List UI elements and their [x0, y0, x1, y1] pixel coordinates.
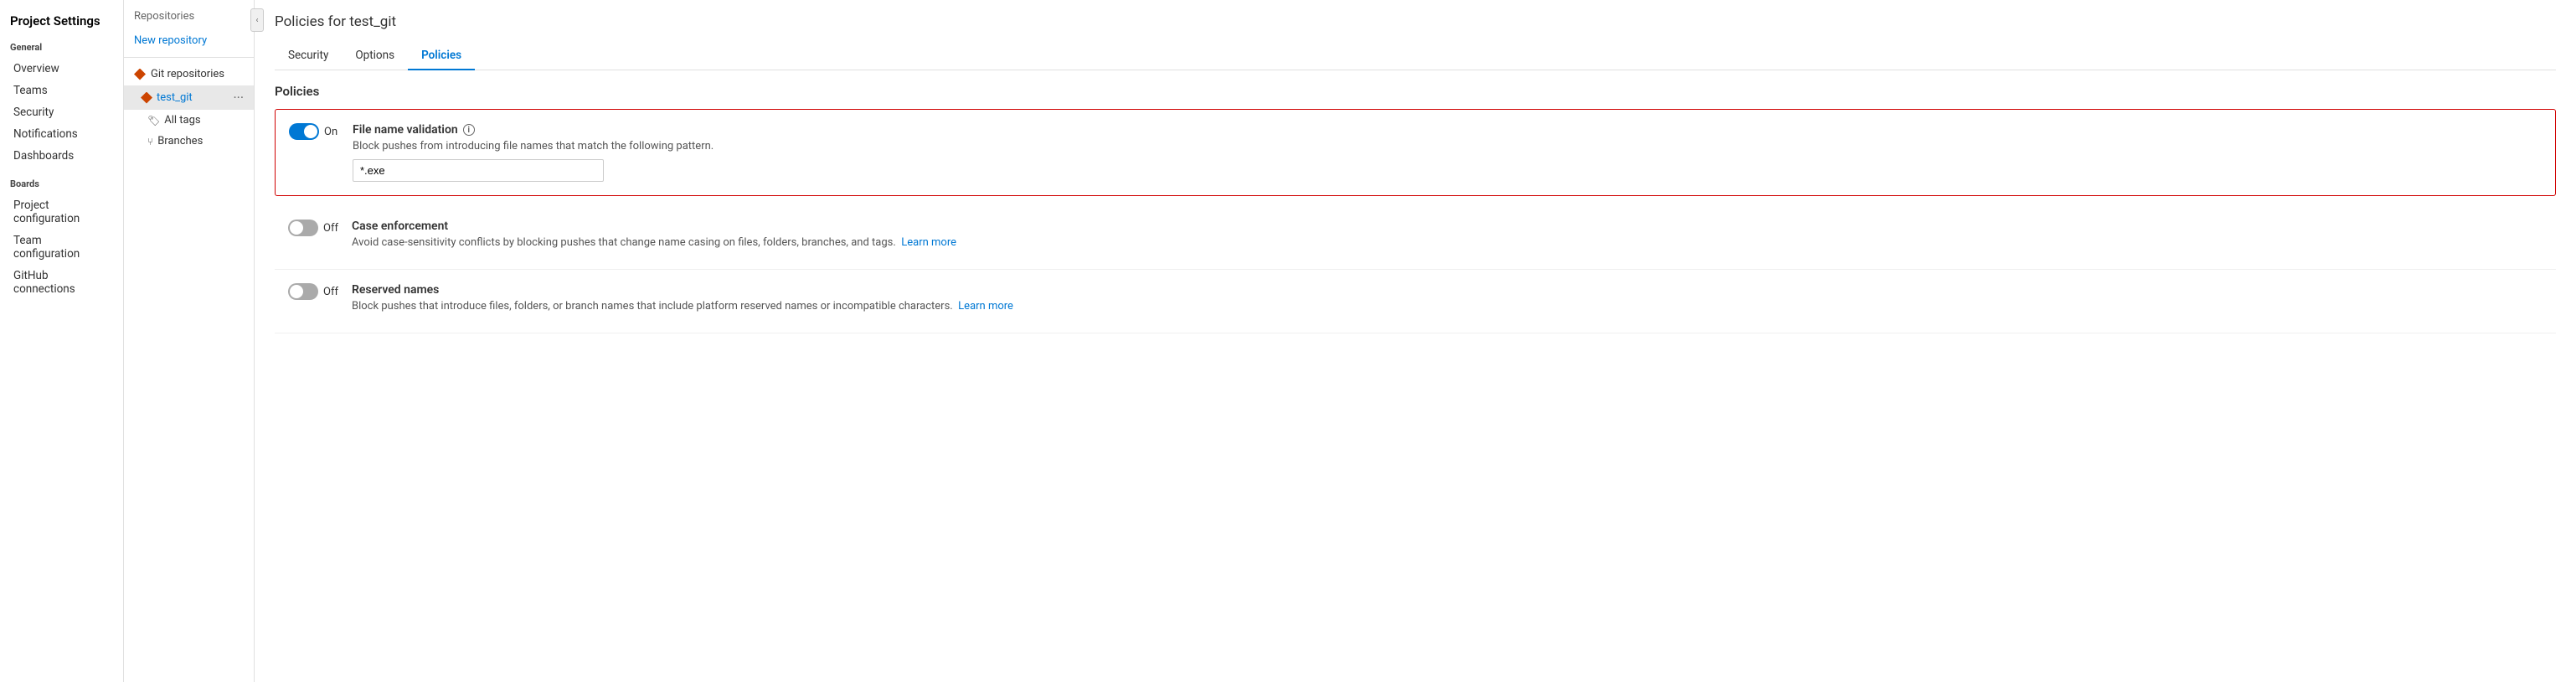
divider: [124, 57, 254, 58]
toggle-switch-case[interactable]: [288, 220, 318, 236]
repositories-title: Repositories: [124, 10, 254, 29]
sidebar-item-team-configuration[interactable]: Team configuration: [10, 230, 113, 265]
project-settings-title: Project Settings: [10, 13, 113, 28]
toggle-thumb-reserved: [290, 285, 303, 298]
policy-item-file-name-validation: On File name validation i Block pushes f…: [275, 109, 2556, 196]
branches-label: Branches: [157, 135, 203, 147]
info-icon-file-name[interactable]: i: [463, 124, 475, 136]
all-tags-label: All tags: [164, 114, 200, 127]
toggle-reserved-names[interactable]: Off: [288, 283, 338, 300]
test-git-repo-item[interactable]: test_git ···: [124, 85, 254, 110]
policy-desc-file-name: Block pushes from introducing file names…: [353, 140, 2542, 152]
sidebar-item-security[interactable]: Security: [10, 101, 113, 123]
learn-more-reserved[interactable]: Learn more: [958, 300, 1013, 313]
repo-name-label: test_git: [157, 91, 193, 104]
page-title: Policies for test_git: [275, 13, 2556, 30]
toggle-track-reserved[interactable]: [288, 283, 318, 300]
git-repos-icon: [134, 69, 146, 80]
policy-item-case-enforcement: Off Case enforcement Avoid case-sensitiv…: [275, 206, 2556, 270]
sidebar-item-notifications[interactable]: Notifications: [10, 123, 113, 145]
branches-item[interactable]: ⑂ Branches: [124, 131, 254, 152]
all-tags-item[interactable]: 🏷 All tags: [124, 110, 254, 131]
git-repositories-section: Git repositories: [124, 63, 254, 85]
policy-name-reserved: Reserved names: [352, 283, 2543, 297]
policy-desc-reserved: Block pushes that introduce files, folde…: [352, 300, 2543, 313]
policy-desc-case: Avoid case-sensitivity conflicts by bloc…: [352, 236, 2543, 249]
toggle-file-name-validation[interactable]: On: [289, 123, 339, 140]
policies-section-title: Policies: [275, 84, 2556, 99]
collapse-panel-button[interactable]: ‹: [250, 8, 264, 32]
policy-content-file-name: File name validation i Block pushes from…: [353, 123, 2542, 182]
boards-section-header: Boards: [10, 178, 113, 189]
tag-icon: 🏷: [147, 115, 160, 127]
sidebar-item-github-connections[interactable]: GitHub connections: [10, 265, 113, 300]
sidebar-item-project-configuration[interactable]: Project configuration: [10, 194, 113, 230]
toggle-track[interactable]: [289, 123, 319, 140]
middle-panel: ‹ Repositories New repository Git reposi…: [124, 0, 255, 682]
toggle-thumb: [304, 125, 317, 138]
sidebar-item-overview[interactable]: Overview: [10, 58, 113, 80]
toggle-status-on: On: [324, 126, 337, 138]
policy-content-case: Case enforcement Avoid case-sensitivity …: [352, 220, 2543, 256]
toggle-status-case: Off: [323, 222, 338, 235]
branch-icon: ⑂: [147, 136, 153, 147]
general-section-header: General: [10, 42, 113, 53]
new-repository-link[interactable]: New repository: [124, 29, 254, 52]
policy-name-case: Case enforcement: [352, 220, 2543, 233]
toggle-switch-reserved[interactable]: [288, 283, 318, 300]
policy-item-reserved-names: Off Reserved names Block pushes that int…: [275, 270, 2556, 333]
file-name-pattern-input[interactable]: [353, 159, 604, 182]
main-content-area: Policies for test_git Security Options P…: [255, 0, 2576, 682]
policy-content-reserved: Reserved names Block pushes that introdu…: [352, 283, 2543, 319]
policy-name-file-name: File name validation i: [353, 123, 2542, 137]
toggle-switch-file-name[interactable]: [289, 123, 319, 140]
sidebar-item-dashboards[interactable]: Dashboards: [10, 145, 113, 167]
toggle-thumb-case: [290, 221, 303, 235]
left-sidebar: Project Settings General Overview Teams …: [0, 0, 124, 682]
repo-more-options-button[interactable]: ···: [229, 90, 247, 106]
toggle-status-reserved: Off: [323, 286, 338, 298]
tab-options[interactable]: Options: [342, 42, 408, 70]
toggle-case-enforcement[interactable]: Off: [288, 220, 338, 236]
tabs-bar: Security Options Policies: [275, 42, 2556, 70]
repo-git-icon: [141, 92, 152, 104]
git-repositories-label: Git repositories: [151, 68, 224, 80]
toggle-track-case[interactable]: [288, 220, 318, 236]
tab-security[interactable]: Security: [275, 42, 342, 70]
learn-more-case[interactable]: Learn more: [901, 236, 956, 249]
tab-policies[interactable]: Policies: [408, 42, 475, 70]
sidebar-item-teams[interactable]: Teams: [10, 80, 113, 101]
